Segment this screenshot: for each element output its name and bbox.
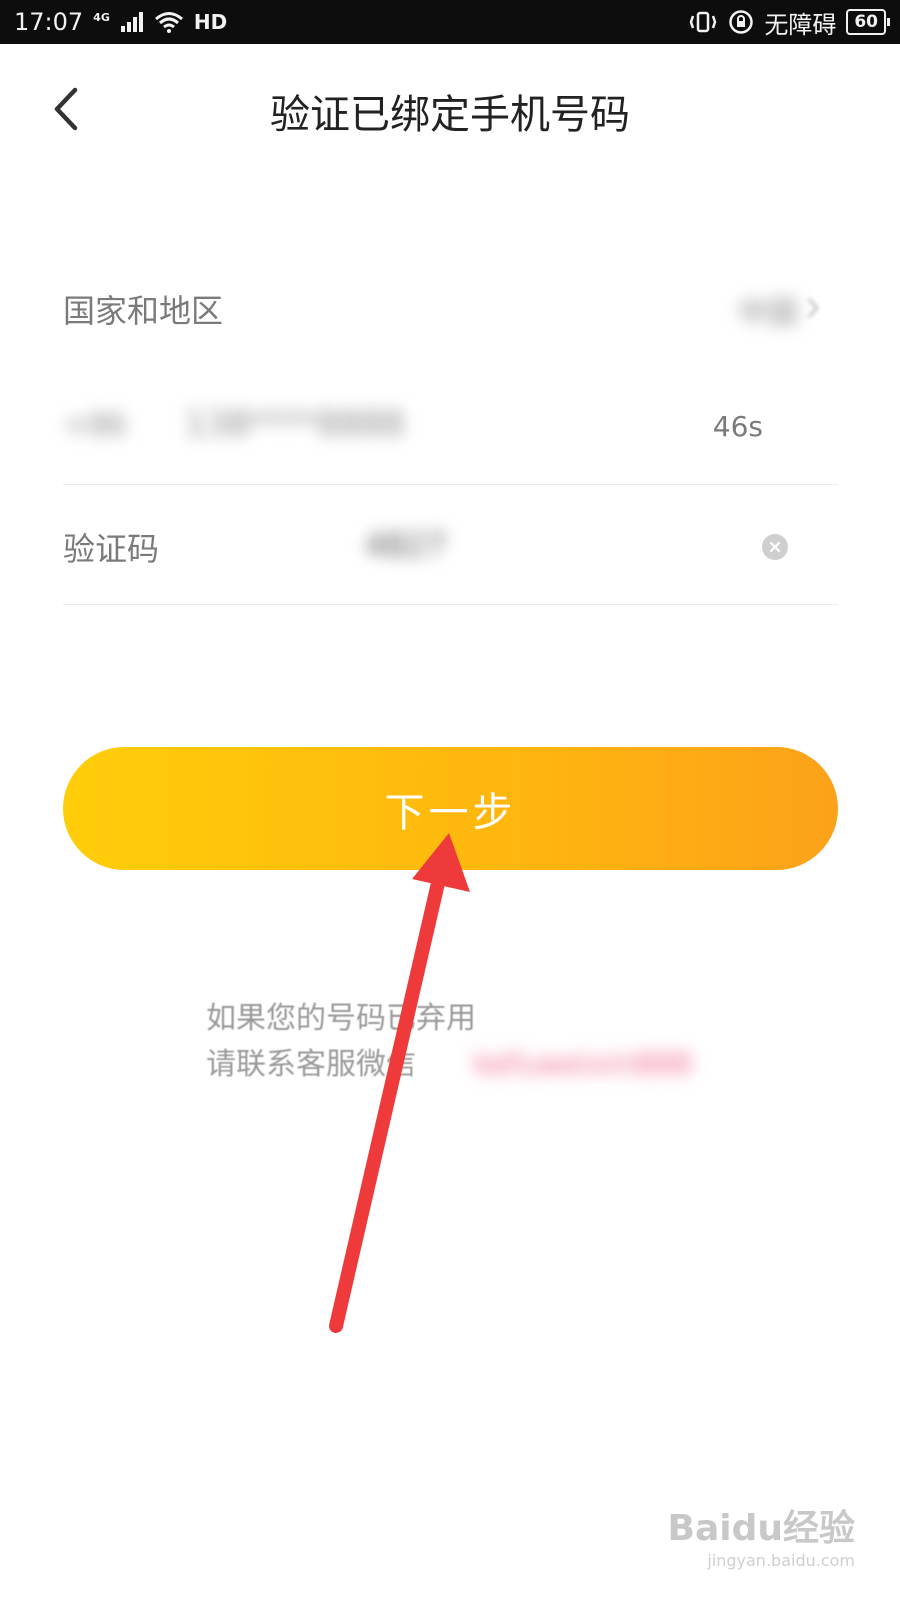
page-header: 验证已绑定手机号码 — [0, 44, 900, 172]
country-code: +86 — [63, 408, 127, 443]
contact-notice: 如果您的号码已弃用 请联系客服微信 kefuweixin888 — [206, 996, 692, 1088]
chevron-right-icon — [806, 296, 820, 320]
code-label: 验证码 — [63, 530, 160, 568]
accessibility-label: 无障碍 — [764, 10, 837, 39]
status-bar: 17:07 4G HD 无障碍 60 — [0, 0, 900, 44]
hd-call-icon: HD — [193, 10, 228, 34]
status-time: 17:07 — [14, 8, 84, 36]
baidu-watermark: Baidu经验 jingyan.baidu.com — [668, 1499, 855, 1570]
notice-line-1: 如果您的号码已弃用 — [206, 1001, 476, 1036]
rotation-lock-icon — [728, 9, 754, 35]
battery-icon: 60 — [846, 9, 890, 35]
region-label: 国家和地区 — [63, 292, 224, 330]
code-input[interactable]: 4827 — [365, 526, 446, 564]
region-row[interactable]: 国家和地区 中国 — [63, 280, 838, 340]
contact-wechat[interactable]: kefuweixin888 — [474, 1042, 692, 1088]
notice-line-2: 请联系客服微信 — [206, 1047, 416, 1082]
signal-icon — [120, 12, 144, 32]
status-left: 17:07 4G HD — [14, 8, 227, 36]
phone-divider — [63, 484, 838, 485]
next-step-label: 下一步 — [384, 789, 517, 836]
vibrate-icon — [688, 10, 718, 34]
watermark-url: jingyan.baidu.com — [707, 1551, 855, 1570]
code-row[interactable]: 验证码 4827 — [63, 518, 838, 578]
code-divider — [63, 604, 838, 605]
wifi-icon — [154, 11, 184, 33]
region-value: 中国 — [738, 296, 798, 331]
phone-row: +86 138****8888 46s — [63, 398, 838, 458]
phone-number: 138****8888 — [185, 404, 405, 444]
clear-circle-icon — [769, 541, 781, 553]
clear-button[interactable] — [762, 534, 788, 560]
watermark-brand: Baidu经验 — [667, 1508, 855, 1549]
network-type: 4G — [93, 10, 110, 24]
notice-line-2-wrap: 请联系客服微信 kefuweixin888 — [206, 1042, 692, 1088]
status-right: 无障碍 60 — [688, 5, 890, 40]
resend-countdown[interactable]: 46s — [713, 410, 763, 443]
page-title: 验证已绑定手机号码 — [270, 92, 630, 138]
next-step-button[interactable]: 下一步 — [63, 747, 838, 870]
